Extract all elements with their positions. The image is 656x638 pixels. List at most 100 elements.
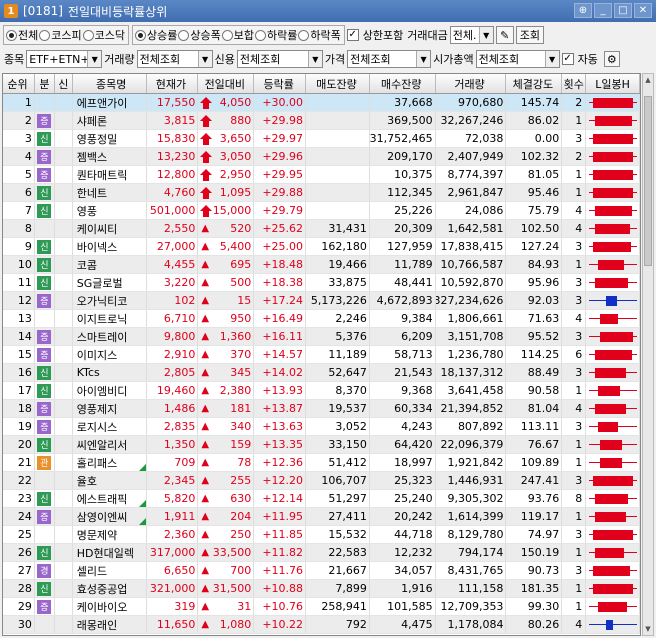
stock-name[interactable]: 젬백스 xyxy=(77,149,107,165)
dir-radio-fall-rate[interactable]: 하락률 xyxy=(255,27,297,43)
cell-name[interactable]: 셀리드 xyxy=(73,562,147,579)
header-volume[interactable]: 거래량 xyxy=(436,74,507,93)
stock-name[interactable]: 이지트로닉 xyxy=(77,311,128,327)
stock-name[interactable]: HD현대일렉 xyxy=(77,545,134,561)
cell-name[interactable]: 케이바이오 xyxy=(73,598,147,615)
header-price[interactable]: 현재가 xyxy=(147,74,199,93)
cell-name[interactable]: 케이씨티 xyxy=(73,220,147,237)
radio-icon[interactable] xyxy=(6,29,17,41)
chevron-down-icon[interactable]: ▼ xyxy=(544,51,559,67)
stock-name[interactable]: 에프앤가이 xyxy=(77,95,128,111)
cell-name[interactable]: 효성중공업 xyxy=(73,580,147,597)
table-row[interactable]: 19 증 로지시스 2,835 ▲ 340 +13.63 3,052 4,243 807,892 1… xyxy=(3,418,640,436)
table-row[interactable]: 12 증 오가닉티코 102 ▲ 15 +17.24 5,173,226 4,672,893 32… xyxy=(3,292,640,310)
radio-icon[interactable] xyxy=(178,29,190,41)
cell-name[interactable]: 한네트 xyxy=(73,184,147,201)
cell-name[interactable]: 영풍정밀 xyxy=(73,130,147,147)
cell-name[interactable]: 영풍 xyxy=(73,202,147,219)
stock-name[interactable]: 샤페론 xyxy=(77,113,107,129)
table-row[interactable]: 15 증 이미지스 2,910 ▲ 370 +14.57 11,189 58,713 1,236,… xyxy=(3,346,640,364)
table-row[interactable]: 4 증 젬백스 13,230 3,050 +29.96 209,170 2,407,949 10… xyxy=(3,148,640,166)
cell-name[interactable]: 에프앤가이 xyxy=(73,94,147,111)
table-row[interactable]: 8 케이씨티 2,550 ▲ 520 +25.62 31,431 20,309 1,642,58… xyxy=(3,220,640,238)
table-row[interactable]: 1 에프앤가이 17,550 4,050 +30.00 37,668 970,680 145.… xyxy=(3,94,640,112)
query-button[interactable]: 조회 xyxy=(515,26,544,44)
price-select[interactable]: 전체조회 ▼ xyxy=(347,50,432,68)
table-row[interactable]: 28 신 효성중공업 321,000 ▲ 31,500 +10.88 7,899 1,916 11… xyxy=(3,580,640,598)
table-row[interactable]: 14 증 스마트레이 9,800 ▲ 1,360 +16.11 5,376 6,209 3,151… xyxy=(3,328,640,346)
auto-checkbox[interactable]: ✓ xyxy=(561,53,574,65)
header-buy[interactable]: 매수잔량 xyxy=(370,74,436,93)
chevron-down-icon[interactable]: ▼ xyxy=(197,51,212,67)
table-row[interactable]: 13 이지트로닉 6,710 ▲ 950 +16.49 2,246 9,384 1,806,66… xyxy=(3,310,640,328)
table-row[interactable]: 30 래몽래인 11,650 ▲ 1,080 +10.22 792 4,475 1,178,08… xyxy=(3,616,640,634)
table-row[interactable]: 6 신 한네트 4,760 1,095 +29.88 112,345 2,961,847 95.… xyxy=(3,184,640,202)
table-row[interactable]: 17 신 아이엠비디 19,460 ▲ 2,380 +13.93 8,370 9,368 3,64… xyxy=(3,382,640,400)
scroll-down-icon[interactable]: ▼ xyxy=(643,623,653,635)
limit-checkbox[interactable]: ✓ xyxy=(346,29,359,41)
cap-select[interactable]: 전체조회 ▼ xyxy=(475,50,560,68)
cell-name[interactable]: SG글로벌 xyxy=(73,274,147,291)
radio-icon[interactable] xyxy=(39,29,51,41)
stock-name[interactable]: 로지시스 xyxy=(77,419,117,435)
cell-name[interactable]: 바이넥스 xyxy=(73,238,147,255)
cell-name[interactable]: HD현대일렉 xyxy=(73,544,147,561)
table-row[interactable]: 24 증 삼영이엔씨 1,911 ▲ 204 +11.95 27,411 20,242 1,614… xyxy=(3,508,640,526)
header-candle[interactable]: L일봉H xyxy=(586,74,640,93)
maximize-icon[interactable]: □ xyxy=(614,3,632,18)
table-row[interactable]: 29 증 케이바이오 319 ▲ 31 +10.76 258,941 101,585 12,709… xyxy=(3,598,640,616)
link-icon[interactable]: ⊕ xyxy=(574,3,592,18)
header-name[interactable]: 종목명 xyxy=(73,74,147,93)
cell-name[interactable]: 영풍제지 xyxy=(73,400,147,417)
cell-name[interactable]: 스마트레이 xyxy=(73,328,147,345)
stock-name[interactable]: 스마트레이 xyxy=(77,329,128,345)
dir-radio-rise-rate[interactable]: 상승률 xyxy=(135,27,177,43)
stock-name[interactable]: 바이넥스 xyxy=(77,239,117,255)
stock-name[interactable]: 셀리드 xyxy=(77,563,107,579)
settings-icon[interactable]: ✎ xyxy=(495,26,514,44)
header-change[interactable]: 전일대비 xyxy=(198,74,255,93)
scroll-thumb[interactable] xyxy=(644,96,652,266)
stock-name[interactable]: 케이바이오 xyxy=(77,599,128,615)
cell-name[interactable]: 율호 xyxy=(73,472,147,489)
close-icon[interactable]: ✕ xyxy=(634,3,652,18)
table-row[interactable]: 10 신 코콤 4,455 ▲ 695 +18.48 19,466 11,789 10,766,5… xyxy=(3,256,640,274)
cell-name[interactable]: 이지트로닉 xyxy=(73,310,147,327)
radio-icon[interactable] xyxy=(221,29,233,41)
volume-select[interactable]: 전체조회 ▼ xyxy=(136,50,213,68)
header-rank[interactable]: 순위 xyxy=(3,74,35,93)
dir-radio-fall-amt[interactable]: 하락폭 xyxy=(298,27,341,43)
stock-name[interactable]: KTcs xyxy=(77,366,100,379)
stock-name[interactable]: 에스트래픽 xyxy=(77,491,128,507)
stock-name[interactable]: 효성중공업 xyxy=(77,581,128,597)
stock-name[interactable]: 래몽래인 xyxy=(77,617,117,633)
table-row[interactable]: 26 신 HD현대일렉 317,000 ▲ 33,500 +11.82 22,583 12,23… xyxy=(3,544,640,562)
cell-name[interactable]: KTcs xyxy=(73,364,147,381)
cell-name[interactable]: 이미지스 xyxy=(73,346,147,363)
chevron-down-icon[interactable]: ▼ xyxy=(87,51,102,67)
market-radio-all[interactable]: 전체 xyxy=(6,27,38,43)
table-row[interactable]: 22 율호 2,345 ▲ 255 +12.20 106,707 25,323 1,446,93… xyxy=(3,472,640,490)
table-row[interactable]: 16 신 KTcs 2,805 ▲ 345 +14.02 52,647 21,543 18,137… xyxy=(3,364,640,382)
table-row[interactable]: 7 신 영풍 501,000 15,000 +29.79 25,226 24,086 75.79… xyxy=(3,202,640,220)
header-div[interactable]: 분 xyxy=(35,74,55,93)
table-row[interactable]: 25 명문제약 2,360 ▲ 250 +11.85 15,532 44,718 8,129,7… xyxy=(3,526,640,544)
market-radio-kospi[interactable]: 코스피 xyxy=(39,27,82,43)
minimize-icon[interactable]: _ xyxy=(594,3,612,18)
dir-radio-rise-amt[interactable]: 상승폭 xyxy=(178,27,221,43)
stock-name[interactable]: 코콤 xyxy=(77,257,97,273)
stock-name[interactable]: 케이씨티 xyxy=(77,221,117,237)
market-radio-kosdaq[interactable]: 코스닥 xyxy=(82,27,125,43)
stock-name[interactable]: 씨엔알리서 xyxy=(77,437,128,453)
table-row[interactable]: 27 경 셀리드 6,650 ▲ 700 +11.76 21,667 34,057 8,431,7… xyxy=(3,562,640,580)
table-row[interactable]: 2 증 샤페론 3,815 880 +29.98 369,500 32,267,246 86.0… xyxy=(3,112,640,130)
table-row[interactable]: 11 신 SG글로벌 3,220 ▲ 500 +18.38 33,875 48,441 10,59… xyxy=(3,274,640,292)
stock-name[interactable]: 영풍정밀 xyxy=(77,131,117,147)
amount-select[interactable]: 전체. ▼ xyxy=(449,26,494,44)
chevron-down-icon[interactable]: ▼ xyxy=(307,51,322,67)
stock-name[interactable]: 명문제약 xyxy=(77,527,117,543)
cell-name[interactable]: 로지시스 xyxy=(73,418,147,435)
table-row[interactable]: 20 신 씨엔알리서 1,350 ▲ 159 +13.35 33,150 64,420 22,09… xyxy=(3,436,640,454)
header-sell[interactable]: 매도잔량 xyxy=(306,74,370,93)
header-credit[interactable]: 신 xyxy=(55,74,73,93)
